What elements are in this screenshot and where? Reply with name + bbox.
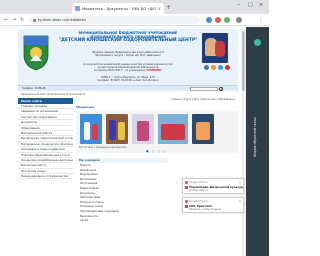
quality-notice: по результатам независимой оценки качест… [58, 63, 198, 73]
news-list: Новости Объявления Мероприятия Достижения Фо… [76, 164, 168, 224]
url-field[interactable]: tyumen-duoc.ru/mediateka [30, 16, 200, 24]
gallery-photo[interactable] [158, 114, 188, 144]
address-bar: ← → ↻ tyumen-duoc.ru/mediateka ⋮ [0, 14, 269, 26]
favicon-icon [75, 6, 80, 11]
main-content: Главная | Карта сайта | Версия для слабо… [76, 98, 238, 256]
forward-arrow-icon[interactable]: → [12, 17, 16, 23]
back-arrow-icon[interactable]: ← [4, 17, 8, 23]
notification-card[interactable]: Google Chrome × Управление физической ку… [182, 178, 244, 194]
menu-kebab-icon[interactable]: ⋮ [258, 17, 263, 23]
feedback-panel-label: Форма обратной связи [253, 117, 257, 157]
phone-text: Телефон: 32-86-28 [22, 87, 46, 90]
notification-subtitle: Нажмите, чтобы открыть [189, 208, 222, 211]
emblem-logo [23, 35, 49, 71]
award-text: Лауреат премии Правительства Ханты-Манси… [58, 51, 198, 58]
reload-icon[interactable]: ↻ [20, 17, 24, 23]
lock-icon [33, 18, 36, 22]
tab-title: Медиатека - Документы - МБУ ДО «ДЮОЦ» [82, 6, 156, 11]
site-header: МУНИЦИПАЛЬНОЕ БЮДЖЕТНОЕ УЧРЕЖДЕНИЕ ДОПОЛ… [18, 29, 238, 91]
url-text: tyumen-duoc.ru/mediateka [38, 18, 86, 22]
search-icon[interactable] [219, 86, 223, 91]
notice-highlight: "ОТЛИЧНО" [145, 69, 163, 73]
youtube-icon[interactable] [225, 65, 230, 70]
list-item[interactable]: Архив [76, 219, 168, 224]
notification-app: Google Chrome [189, 200, 208, 203]
new-tab-button[interactable]: + [166, 4, 171, 11]
sidebar-menu: Меню сайта Главная страница Сведения об о… [18, 98, 73, 256]
feedback-icon[interactable] [254, 39, 261, 46]
gallery-photo[interactable] [192, 114, 214, 144]
feedback-side-panel[interactable]: Форма обратной связи [246, 27, 269, 256]
gallery-pagination[interactable]: ● ○ ○ ○ [146, 149, 166, 153]
notification-close-icon[interactable]: × [238, 180, 241, 184]
vk-icon[interactable] [204, 65, 209, 70]
browser-tab[interactable]: Медиатека - Документы - МБУ ДО «ДЮОЦ» × [72, 3, 164, 14]
profile-avatar[interactable] [236, 17, 242, 23]
page-viewport: МУНИЦИПАЛЬНОЕ БЮДЖЕТНОЕ УЧРЕЖДЕНИЕ ДОПОЛ… [0, 27, 246, 256]
window-close-button[interactable]: × [259, 2, 263, 8]
minimize-button[interactable]: – [238, 2, 241, 8]
gallery-caption: Фотоотчеты о прошедших мероприятиях [79, 146, 127, 149]
site-title-line: "ДЕТСКИЙ ЮНОШЕСКИЙ ОЗДОРОВИТЕЛЬНЫЙ ЦЕНТР… [58, 38, 198, 44]
chrome-icon [185, 200, 188, 204]
award-line: автономного округа – Югры им. М.К. Шевче… [95, 54, 161, 58]
notification-close-icon[interactable]: × [238, 199, 241, 203]
tab-close-icon[interactable]: × [158, 6, 161, 11]
extension-icon[interactable] [206, 17, 212, 23]
sidebar-item[interactable]: Международное сотрудничество [18, 174, 73, 180]
gallery-photo[interactable] [80, 114, 102, 144]
notification-subtitle: tyumen-duoc.ru [189, 189, 209, 192]
news-heading: Мы в разделе [76, 158, 168, 163]
notification-card[interactable]: Google Chrome × СКК Кристалл Нажмите, чт… [182, 197, 244, 213]
site-logo-icon [185, 205, 188, 208]
gallery-photo[interactable] [132, 114, 154, 144]
top-links[interactable]: Главная | Карта сайта | Версия для слабо… [171, 98, 235, 101]
breadcrumb: Официальный сайт образовательной организ… [21, 93, 86, 96]
gallery-photo[interactable] [106, 114, 128, 144]
contact-address: 628011, г. Ханты-Мансийск, ул. Мира, д.5… [58, 76, 198, 82]
promo-banner[interactable] [202, 33, 228, 63]
browser-tabbar: Медиатека - Документы - МБУ ДО «ДЮОЦ» × … [0, 0, 269, 14]
banner-figure [215, 41, 225, 57]
scrollbar-thumb[interactable] [242, 31, 245, 91]
extension-icon[interactable] [224, 17, 230, 23]
sidebar-items: Главная страница Сведения об организации К… [18, 104, 73, 180]
gallery-title: Медиатека [76, 105, 95, 109]
address-line: тел./факс: 8(3467) 33-05-84, e-mail: duo… [97, 79, 159, 82]
notice-line: за период 2018-2019 гг. по учреждению [93, 69, 146, 73]
site-title: МУНИЦИПАЛЬНОЕ БЮДЖЕТНОЕ УЧРЕЖДЕНИЕ ДОПОЛ… [58, 31, 198, 44]
site-logo-icon [185, 186, 188, 189]
chrome-icon [185, 181, 188, 185]
site-search-input[interactable] [190, 87, 218, 91]
photo-gallery: Фотоотчеты о прошедших мероприятиях ● ○ … [76, 111, 238, 153]
header-info-bar: Телефон: 32-86-28 [18, 85, 238, 91]
maximize-button[interactable]: □ [248, 2, 253, 8]
ok-icon[interactable] [211, 65, 216, 70]
telegram-icon[interactable] [218, 65, 223, 70]
extension-icon[interactable] [215, 17, 221, 23]
notification-app: Google Chrome [189, 181, 208, 184]
